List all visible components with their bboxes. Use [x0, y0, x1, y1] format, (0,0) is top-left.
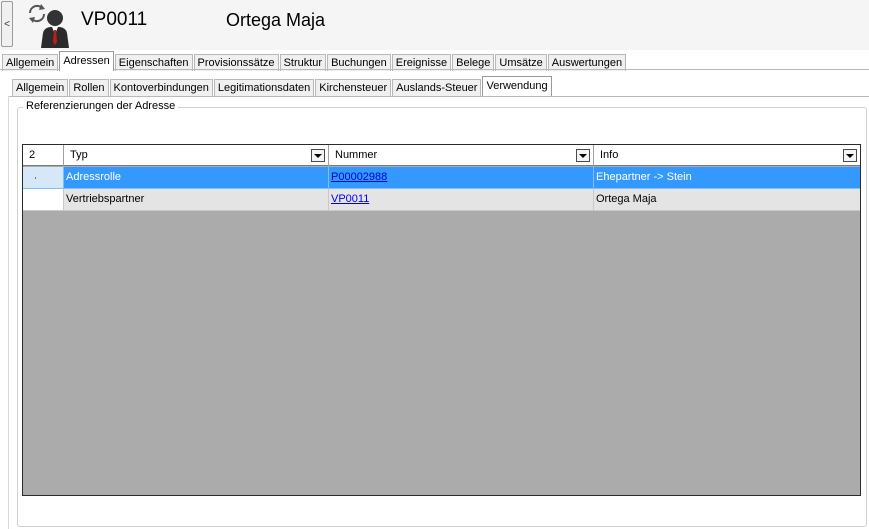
cell-info[interactable]: Ehepartner -> Stein	[594, 167, 860, 189]
partner-name: Ortega Maja	[226, 10, 326, 30]
references-grid[interactable]: 2 Typ Nummer Info Adressrolle P00002988 …	[22, 144, 861, 496]
table-row[interactable]: Vertriebspartner VP0011 Ortega Maja	[23, 189, 860, 211]
filter-dropdown-nummer[interactable]	[576, 149, 590, 162]
row-indicator[interactable]	[35, 167, 64, 189]
row-count-header: 2	[23, 145, 64, 166]
column-header-label: Typ	[70, 149, 88, 161]
row-indicator[interactable]	[35, 189, 64, 211]
cell-info[interactable]: Ortega Maja	[594, 189, 860, 211]
cell-nummer[interactable]: VP0011	[329, 189, 594, 211]
column-header-info[interactable]: Info	[594, 145, 860, 166]
partner-code: VP0011	[81, 9, 148, 30]
filter-dropdown-info[interactable]	[843, 149, 857, 162]
grid-header: 2 Typ Nummer Info	[23, 145, 860, 166]
subtab-rollen[interactable]: Rollen	[69, 79, 109, 96]
main-tab-divider	[0, 69, 869, 70]
filter-dropdown-typ[interactable]	[311, 149, 325, 162]
current-row-arrow-icon	[35, 173, 36, 183]
subtab-legitimationsdaten[interactable]: Legitimationsdaten	[213, 79, 315, 96]
cell-typ[interactable]: Adressrolle	[64, 167, 329, 189]
row-selector[interactable]	[23, 189, 35, 211]
sub-tab-strip: Allgemein Rollen Kontoverbindungen Legit…	[12, 76, 553, 96]
column-header-label: Nummer	[335, 149, 378, 161]
dropdown-arrow-icon	[579, 153, 587, 158]
subtab-verwendung[interactable]: Verwendung	[482, 76, 552, 96]
dropdown-arrow-icon	[314, 153, 322, 158]
groupbox-title: Referenzierungen der Adresse	[23, 100, 179, 112]
nummer-link[interactable]: VP0011	[331, 193, 369, 205]
collapse-arrow-icon: <	[4, 18, 10, 30]
dropdown-arrow-icon	[846, 153, 854, 158]
nummer-link[interactable]: P00002988	[331, 171, 387, 183]
panel-border	[8, 96, 9, 529]
tab-adressen[interactable]: Adressen	[59, 51, 114, 71]
main-tab-strip: Allgemein Adressen Eigenschaften Provisi…	[2, 51, 627, 71]
cell-typ[interactable]: Vertriebspartner	[64, 189, 329, 211]
sub-tab-divider	[8, 96, 869, 97]
cell-nummer[interactable]: P00002988	[329, 167, 594, 189]
subtab-kirchensteuer[interactable]: Kirchensteuer	[315, 79, 392, 96]
column-header-typ[interactable]: Typ	[64, 145, 329, 166]
table-row[interactable]: Adressrolle P00002988 Ehepartner -> Stei…	[23, 167, 860, 189]
column-header-label: Info	[600, 149, 619, 161]
subtab-auslands-steuer[interactable]: Auslands-Steuer	[392, 79, 482, 96]
subtab-allgemein[interactable]: Allgemein	[12, 79, 69, 96]
header-bar: < VP0011 Ortega Maja	[0, 0, 869, 50]
subtab-kontoverbindungen[interactable]: Kontoverbindungen	[109, 79, 213, 96]
collapse-panel-button[interactable]: <	[1, 1, 13, 47]
row-selector[interactable]	[23, 167, 35, 189]
user-sync-icon	[26, 2, 74, 48]
column-header-nummer[interactable]: Nummer	[329, 145, 594, 166]
